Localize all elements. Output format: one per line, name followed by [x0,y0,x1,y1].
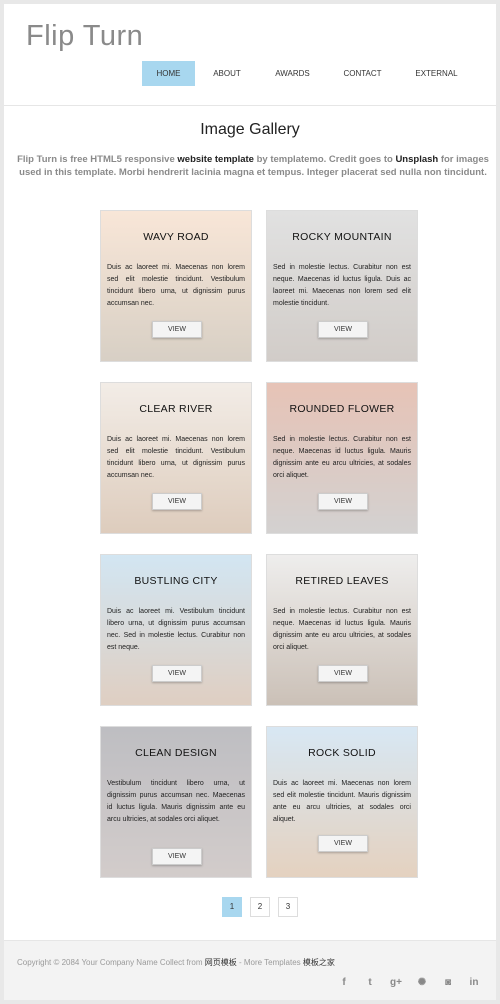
card-title: WAVY ROAD [143,231,209,243]
card-title: RETIRED LEAVES [295,575,389,587]
nav-about[interactable]: ABOUT [195,61,259,86]
view-button[interactable]: VIEW [152,665,202,682]
page-3-button[interactable]: 3 [278,897,298,917]
card-title: ROCKY MOUNTAIN [292,231,392,243]
gallery-intro: Flip Turn is free HTML5 responsive websi… [10,153,496,179]
gallery-card[interactable]: RETIRED LEAVES Sed in molestie lectus. C… [266,554,418,706]
google-plus-icon[interactable]: g+ [390,977,402,988]
gallery-card[interactable]: CLEAN DESIGN Vestibulum tincidunt libero… [100,726,252,878]
site-logo[interactable]: Flip Turn [26,20,143,53]
page-2-button[interactable]: 2 [250,897,270,917]
gallery-card[interactable]: ROCKY MOUNTAIN Sed in molestie lectus. C… [266,210,418,362]
card-description: Sed in molestie lectus. Curabitur non es… [273,436,411,479]
gallery-card[interactable]: CLEAR RIVER Duis ac laoreet mi. Maecenas… [100,382,252,534]
view-button[interactable]: VIEW [152,493,202,510]
view-button[interactable]: VIEW [152,848,202,865]
card-title: ROUNDED FLOWER [289,403,395,415]
card-description: Duis ac laoreet mi. Maecenas non lorem s… [273,780,411,823]
card-title: ROCK SOLID [308,747,376,759]
view-button[interactable]: VIEW [318,493,368,510]
gallery-card[interactable]: BUSTLING CITY Duis ac laoreet mi. Vestib… [100,554,252,706]
card-description: Sed in molestie lectus. Curabitur non es… [273,608,411,651]
gallery-card[interactable]: ROUNDED FLOWER Sed in molestie lectus. C… [266,382,418,534]
card-title: CLEAN DESIGN [135,747,217,759]
intro-text-2: by templatemo. Credit goes to [253,154,396,165]
gallery-card[interactable]: ROCK SOLID Duis ac laoreet mi. Maecenas … [266,726,418,878]
footer-link-templates[interactable]: 网页模板 [205,958,237,967]
copyright-text: Copyright © 2084 Your Company Name Colle… [17,958,205,967]
card-description: Duis ac laoreet mi. Vestibulum tincidunt… [107,608,245,651]
gallery-title: Image Gallery [200,121,300,138]
view-button[interactable]: VIEW [152,321,202,338]
instagram-icon[interactable]: ◙ [442,977,454,988]
unsplash-link[interactable]: Unsplash [395,154,438,165]
card-description: Vestibulum tincidunt libero urna, ut dig… [107,780,245,823]
nav-contact[interactable]: CONTACT [326,61,399,86]
copyright-text-2: - More Templates [236,958,303,967]
main-nav: HOME ABOUT AWARDS CONTACT EXTERNAL [142,61,474,86]
card-description: Sed in molestie lectus. Curabitur non es… [273,264,411,307]
pagination: 1 2 3 [222,897,306,917]
card-title: CLEAR RIVER [139,403,213,415]
social-links: f t g+ ✺ ◙ in [324,977,480,988]
dribbble-icon[interactable]: ✺ [416,977,428,988]
view-button[interactable]: VIEW [318,321,368,338]
linkedin-icon[interactable]: in [468,977,480,988]
site-footer: Copyright © 2084 Your Company Name Colle… [4,940,496,1000]
card-description: Duis ac laoreet mi. Maecenas non lorem s… [107,436,245,479]
nav-home[interactable]: HOME [142,61,195,86]
page: Flip Turn HOME ABOUT AWARDS CONTACT EXTE… [4,4,496,1000]
view-button[interactable]: VIEW [318,665,368,682]
nav-external[interactable]: EXTERNAL [399,61,474,86]
view-button[interactable]: VIEW [318,835,368,852]
facebook-icon[interactable]: f [338,977,350,988]
website-template-link[interactable]: website template [177,154,254,165]
footer-link-more[interactable]: 模板之家 [303,958,335,967]
card-description: Duis ac laoreet mi. Maecenas non lorem s… [107,264,245,307]
intro-text-1: Flip Turn is free HTML5 responsive [17,154,178,165]
gallery-card[interactable]: WAVY ROAD Duis ac laoreet mi. Maecenas n… [100,210,252,362]
copyright: Copyright © 2084 Your Company Name Colle… [17,957,335,968]
nav-awards[interactable]: AWARDS [259,61,326,86]
site-header: Flip Turn HOME ABOUT AWARDS CONTACT EXTE… [4,4,496,106]
page-1-button[interactable]: 1 [222,897,242,917]
card-title: BUSTLING CITY [134,575,218,587]
twitter-icon[interactable]: t [364,977,376,988]
